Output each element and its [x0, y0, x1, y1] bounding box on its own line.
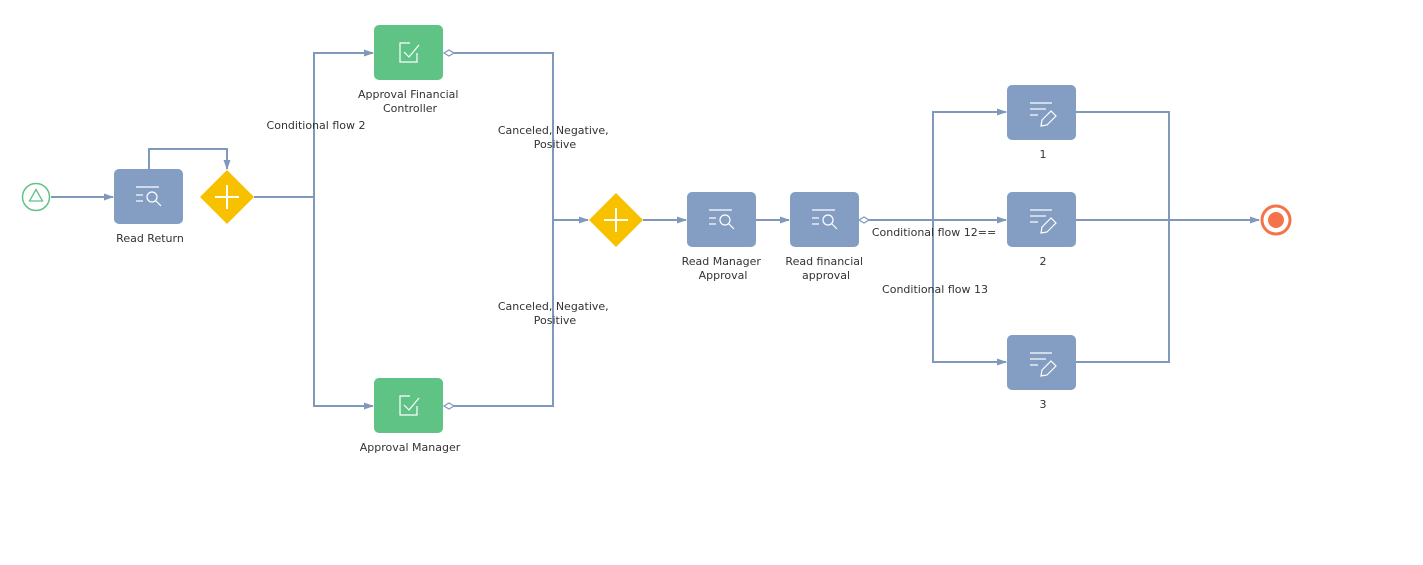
task-label: 3 — [1040, 398, 1047, 411]
flow-read-return-to-gateway-1[interactable] — [148, 148, 231, 170]
task-label: Read financial approval — [785, 255, 866, 282]
task-read-manager-approval[interactable]: Read Manager Approval — [682, 192, 765, 282]
task-label: Read Manager Approval — [682, 255, 765, 282]
task-label: Read Return — [116, 232, 184, 245]
task-label: 2 — [1040, 255, 1047, 268]
task-approval-manager[interactable]: Approval Manager — [360, 378, 461, 454]
task-read-financial-approval[interactable]: Read financial approval — [785, 192, 866, 282]
flow-edit-3-out[interactable] — [1076, 220, 1170, 363]
start-event[interactable] — [21, 182, 51, 212]
task-edit-1[interactable]: 1 — [1007, 85, 1076, 161]
flow-label-canceled-negative-positive-top[interactable]: Canceled, Negative, Positive — [498, 124, 612, 151]
conditional-flow-marker — [442, 49, 456, 57]
flow-approval-manager-to-gateway-2[interactable] — [454, 220, 554, 407]
task-read-return[interactable]: Read Return — [114, 169, 184, 245]
task-edit-3[interactable]: 3 — [1007, 335, 1076, 411]
flow-edit-1-out[interactable] — [1076, 111, 1170, 220]
flow-label-conditional-flow-12[interactable]: Conditional flow 12== — [872, 226, 996, 239]
flow-label-canceled-negative-positive-bottom[interactable]: Canceled, Negative, Positive — [498, 300, 612, 327]
task-edit-2[interactable]: 2 — [1007, 192, 1076, 268]
sequence-flows — [51, 49, 1260, 410]
conditional-flow-marker — [442, 402, 456, 410]
task-label: Approval Financial Controller — [358, 88, 462, 115]
end-dot-icon — [1268, 212, 1284, 228]
flow-to-edit-1[interactable] — [932, 108, 1007, 220]
task-label: 1 — [1040, 148, 1047, 161]
process-diagram-canvas[interactable]: Conditional flow 2 Canceled, Negative, P… — [0, 0, 1423, 565]
parallel-gateway-2[interactable] — [589, 193, 643, 247]
end-event[interactable] — [1260, 204, 1292, 236]
flow-to-approval-manager[interactable] — [313, 197, 374, 410]
parallel-gateway-1[interactable] — [200, 170, 254, 224]
flow-label-conditional-flow-13[interactable]: Conditional flow 13 — [882, 283, 988, 296]
task-label: Approval Manager — [360, 441, 461, 454]
conditional-flow-marker — [857, 216, 871, 224]
task-approval-financial-controller[interactable]: Approval Financial Controller — [358, 25, 462, 115]
flow-label-conditional-flow-2[interactable]: Conditional flow 2 — [267, 119, 366, 132]
